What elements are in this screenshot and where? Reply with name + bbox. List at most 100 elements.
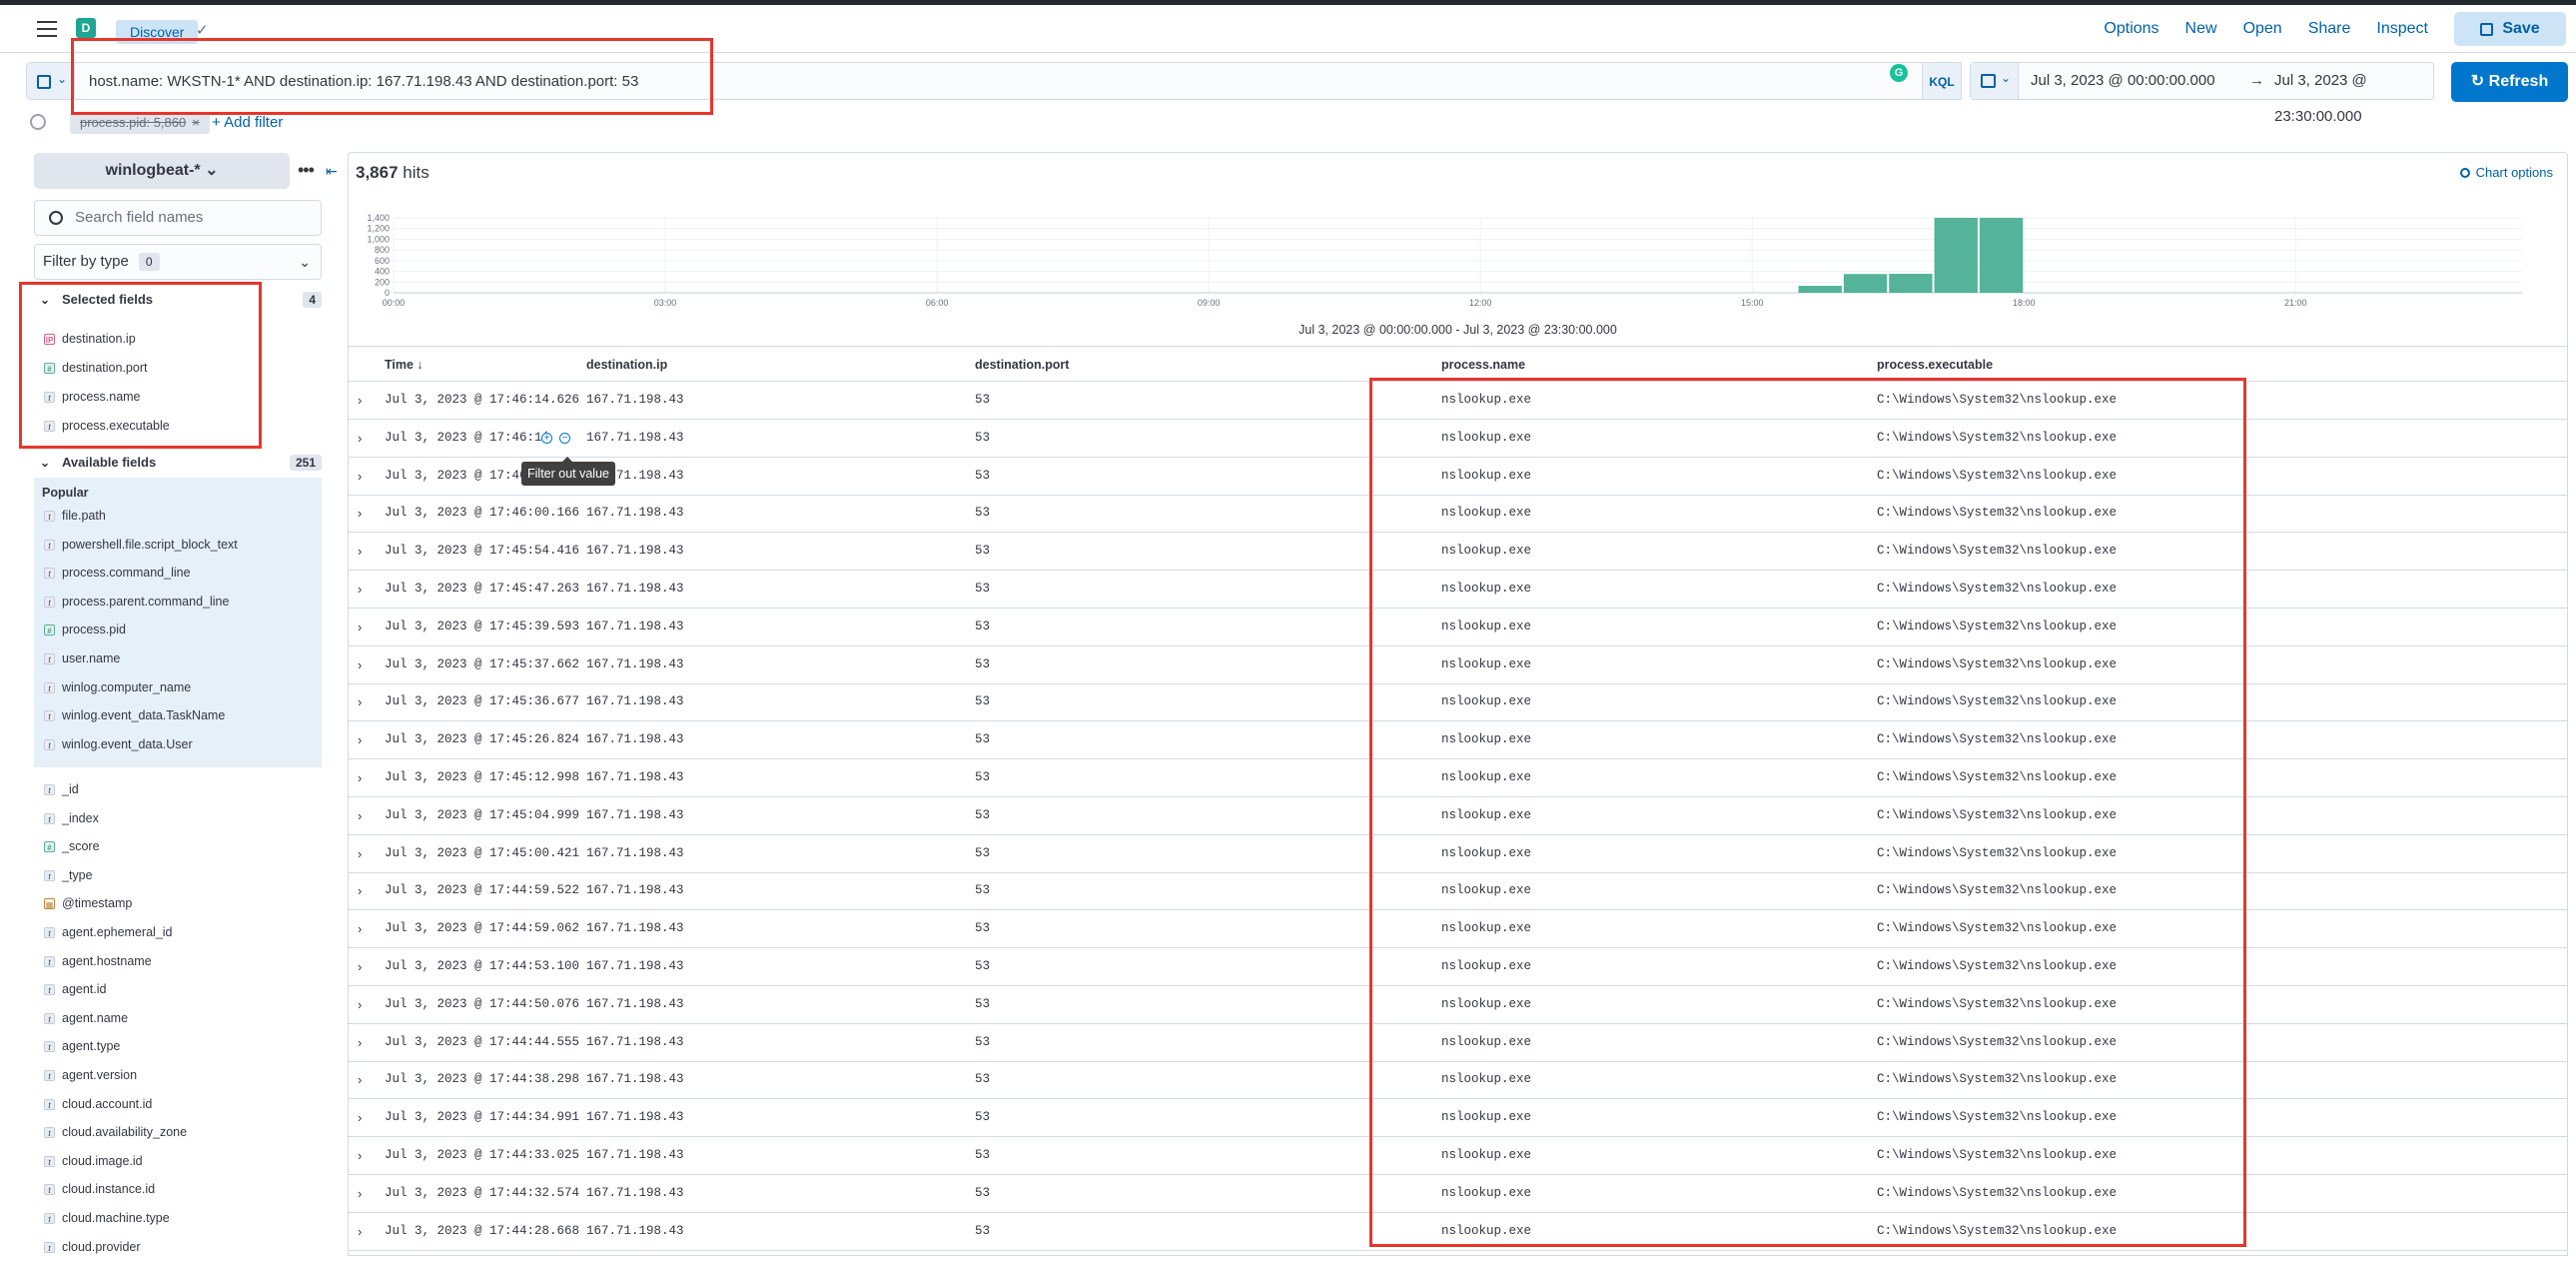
cell-port[interactable]: 53 xyxy=(975,986,990,1023)
cell-port[interactable]: 53 xyxy=(975,948,990,985)
table-row[interactable]: › Jul 3, 2023 @ 17:45:54.416 167.71.198.43… xyxy=(349,533,2567,572)
index-pattern-select[interactable]: winlogbeat-* ⌄ xyxy=(34,153,290,189)
cell-port[interactable]: 53 xyxy=(975,835,990,872)
expand-row-icon[interactable]: › xyxy=(358,721,362,758)
expand-row-icon[interactable]: › xyxy=(358,797,362,834)
cell-time[interactable]: Jul 3, 2023 @ 17:44:59.522 xyxy=(385,872,579,909)
open-link[interactable]: Open xyxy=(2243,20,2282,38)
cell-ip[interactable]: 167.71.198.43 xyxy=(586,1175,684,1212)
cell-pname[interactable]: nslookup.exe xyxy=(1441,420,1531,457)
cell-time[interactable]: Jul 3, 2023 @ 17:45:54.416 xyxy=(385,533,579,570)
query-input[interactable]: host.name: WKSTN-1* AND destination.ip: … xyxy=(74,62,1948,100)
table-row[interactable]: › Jul 3, 2023 @ 17:45:39.593 167.71.198.43… xyxy=(349,609,2567,646)
cell-port[interactable]: 53 xyxy=(975,797,990,834)
cell-ip[interactable]: 167.71.198.43 xyxy=(586,646,684,683)
options-link[interactable]: Options xyxy=(2104,20,2158,38)
cell-time[interactable]: Jul 3, 2023 @ 17:44:44.555 xyxy=(385,1024,579,1061)
space-avatar[interactable]: D xyxy=(76,18,96,38)
cell-time[interactable]: Jul 3, 2023 @ 17:45:47.263 xyxy=(385,571,579,608)
cell-time[interactable]: Jul 3, 2023 @ 17:44:32.574 xyxy=(385,1175,579,1212)
cell-exe[interactable]: C:\Windows\System32\nslookup.exe xyxy=(1877,1024,2117,1061)
expand-row-icon[interactable]: › xyxy=(358,948,362,985)
cell-pname[interactable]: nslookup.exe xyxy=(1441,533,1531,570)
available-field[interactable]: # _score xyxy=(34,832,322,860)
expand-row-icon[interactable]: › xyxy=(358,1137,362,1174)
cell-pname[interactable]: nslookup.exe xyxy=(1441,646,1531,683)
cell-ip[interactable]: 167.71.198.43 xyxy=(586,571,684,608)
cell-port[interactable]: 53 xyxy=(975,420,990,457)
available-field[interactable]: t cloud.availability_zone xyxy=(34,1118,322,1146)
cell-ip[interactable]: 167.71.198.43 xyxy=(586,1099,684,1136)
available-field[interactable]: t agent.name xyxy=(34,1004,322,1032)
column-header-destination-ip[interactable]: destination.ip xyxy=(586,347,667,383)
cell-time[interactable]: Jul 3, 2023 @ 17:44:59.062 xyxy=(385,910,579,947)
cell-exe[interactable]: C:\Windows\System32\nslookup.exe xyxy=(1877,797,2117,834)
cell-time[interactable]: Jul 3, 2023 @ 17:46:00.166 xyxy=(385,495,579,532)
cell-port[interactable]: 53 xyxy=(975,721,990,758)
cell-port[interactable]: 53 xyxy=(975,571,990,608)
cell-port[interactable]: 53 xyxy=(975,458,990,495)
cell-time[interactable]: Jul 3, 2023 @ 17:44:38.298 xyxy=(385,1061,579,1098)
cell-ip[interactable]: 167.71.198.43 xyxy=(586,1024,684,1061)
cell-ip[interactable]: 167.71.198.43 xyxy=(586,872,684,909)
selected-fields-header[interactable]: ⌄ Selected fields 4 xyxy=(34,286,322,314)
table-row[interactable]: › Jul 3, 2023 @ 17:45:04.999 167.71.198.43… xyxy=(349,797,2567,835)
column-header-process-name[interactable]: process.name xyxy=(1441,347,1525,383)
available-field[interactable]: t agent.ephemeral_id xyxy=(34,918,322,946)
cell-exe[interactable]: C:\Windows\System32\nslookup.exe xyxy=(1877,495,2117,532)
expand-row-icon[interactable]: › xyxy=(358,986,362,1023)
cell-time[interactable]: Jul 3, 2023 @ 17:45:26.824 xyxy=(385,721,579,758)
column-header-destination-port[interactable]: destination.port xyxy=(975,347,1069,383)
cell-time[interactable]: Jul 3, 2023 @ 17:45:12.998 xyxy=(385,759,579,796)
new-link[interactable]: New xyxy=(2185,20,2217,38)
table-row[interactable]: › Jul 3, 2023 @ 17:46:14.626 167.71.198.43… xyxy=(349,382,2567,420)
cell-exe[interactable]: C:\Windows\System32\nslookup.exe xyxy=(1877,948,2117,985)
table-row[interactable]: › Jul 3, 2023 @ 17:45:47.263 167.71.198.43… xyxy=(349,571,2567,609)
cell-port[interactable]: 53 xyxy=(975,1137,990,1174)
table-row[interactable]: › Jul 3, 2023 @ 17:44:33.025 167.71.198.43… xyxy=(349,1137,2567,1175)
cell-pname[interactable]: nslookup.exe xyxy=(1441,910,1531,947)
cell-time[interactable]: Jul 3, 2023 @ 17:45:36.677 xyxy=(385,683,579,720)
cell-ip[interactable]: 167.71.198.43 xyxy=(586,533,684,570)
popular-field[interactable]: t process.command_line xyxy=(34,559,322,587)
cell-ip[interactable]: 167.71.198.43 xyxy=(586,1213,684,1250)
expand-row-icon[interactable]: › xyxy=(358,571,362,608)
kql-toggle[interactable]: KQL xyxy=(1922,62,1962,100)
cell-exe[interactable]: C:\Windows\System32\nslookup.exe xyxy=(1877,721,2117,758)
cell-pname[interactable]: nslookup.exe xyxy=(1441,835,1531,872)
share-link[interactable]: Share xyxy=(2308,20,2351,38)
table-row[interactable]: › Jul 3, 2023 @ 17:44:32.574 167.71.198.43… xyxy=(349,1175,2567,1213)
table-row[interactable]: › Jul 3, 2023 @ 17:44:28.668 167.71.198.43… xyxy=(349,1213,2567,1251)
available-field[interactable]: t _id xyxy=(34,775,322,803)
expand-row-icon[interactable]: › xyxy=(358,683,362,720)
table-row[interactable]: › Jul 3, 2023 @ 17:44:38.298 167.71.198.43… xyxy=(349,1061,2567,1100)
popular-field[interactable]: t file.path xyxy=(34,502,322,530)
cell-port[interactable]: 53 xyxy=(975,646,990,683)
cell-exe[interactable]: C:\Windows\System32\nslookup.exe xyxy=(1877,1137,2117,1174)
table-row[interactable]: › Jul 3, 2023 @ 17:46 167.71.198.43 53 nsloo… xyxy=(349,458,2567,496)
popular-field[interactable]: t winlog.event_data.TaskName xyxy=(34,701,322,729)
cell-port[interactable]: 53 xyxy=(975,683,990,720)
cell-time[interactable]: Jul 3, 2023 @ 17:44:33.025 xyxy=(385,1137,579,1174)
expand-row-icon[interactable]: › xyxy=(358,420,362,457)
cell-pname[interactable]: nslookup.exe xyxy=(1441,683,1531,720)
expand-row-icon[interactable]: › xyxy=(358,1061,362,1098)
filter-pill[interactable]: process.pid: 5,860 × xyxy=(70,112,210,134)
table-row[interactable]: › Jul 3, 2023 @ 17:44:53.100 167.71.198.43… xyxy=(349,948,2567,986)
calendar-icon[interactable]: ⌄ xyxy=(1971,63,2019,99)
column-header-process-executable[interactable]: process.executable xyxy=(1877,347,1993,383)
popular-field[interactable]: t user.name xyxy=(34,644,322,672)
available-field[interactable]: t cloud.account.id xyxy=(34,1090,322,1118)
expand-row-icon[interactable]: › xyxy=(358,382,362,419)
available-field[interactable]: t cloud.machine.type xyxy=(34,1204,322,1232)
cell-ip[interactable]: 167.71.198.43 xyxy=(586,721,684,758)
table-row[interactable]: › Jul 3, 2023 @ 17:44:44.555 167.71.198.43… xyxy=(349,1024,2567,1062)
cell-port[interactable]: 53 xyxy=(975,759,990,796)
cell-ip[interactable]: 167.71.198.43 xyxy=(586,683,684,720)
selected-field[interactable]: IP destination.ip xyxy=(34,325,322,353)
cell-port[interactable]: 53 xyxy=(975,1061,990,1098)
close-icon[interactable]: × xyxy=(192,115,200,130)
date-picker[interactable]: ⌄ Jul 3, 2023 @ 00:00:00.000 → Jul 3, 20… xyxy=(1970,62,2434,125)
table-row[interactable]: › Jul 3, 2023 @ 17:46:00.166 167.71.198.43… xyxy=(349,495,2567,534)
cell-ip[interactable]: 167.71.198.43 xyxy=(586,609,684,645)
